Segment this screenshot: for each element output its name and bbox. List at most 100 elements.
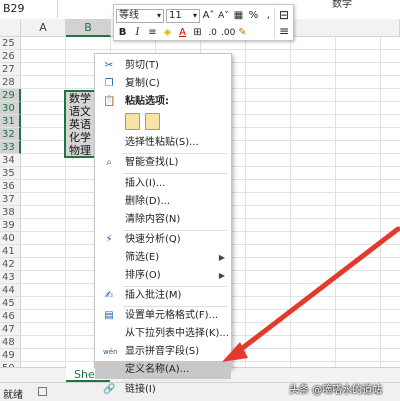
menu-item-label: 智能查找(L) [125,157,179,168]
status-text: 就绪 [3,390,23,401]
scissors-icon: ✂ [104,60,114,71]
format-painter-icon[interactable]: ✎ [236,26,249,40]
column-header-b[interactable]: B [66,19,111,37]
menu-item-label: 排序(O) [125,270,161,281]
font-name-dropdown[interactable]: 等线 ▾ [116,8,164,23]
name-box[interactable]: B29 [0,0,58,18]
format-cells-icon: ▤ [104,310,114,321]
submenu-arrow-icon: ▶ [218,253,225,262]
paste-values-icon[interactable] [145,113,160,130]
decrease-font-icon[interactable]: A˅ [217,9,230,23]
menu-item-quick-analysis[interactable]: ⚡ 快速分析(Q) [95,231,231,249]
row-header[interactable]: 41 [0,245,21,258]
copy-icon: ❐ [104,78,114,89]
column-header-a[interactable]: A [21,19,66,37]
menu-item-define-name[interactable]: 定义名称(A)... [95,361,231,379]
formula-bar-text[interactable]: 数学 [332,0,352,10]
row-header[interactable]: 28 [0,76,21,89]
row-header[interactable]: 25 [0,37,21,50]
menu-item-cut[interactable]: ✂ 剪切(T) [95,57,231,75]
font-color-button[interactable]: A [176,26,189,40]
number-format-icon[interactable]: ▦ [232,9,245,23]
context-menu: ✂ 剪切(T) ❐ 复制(C) 📋 粘贴选项: 选择性粘贴(S)... ⌕ 智能… [94,53,232,395]
phonetic-icon: wén [103,348,118,356]
menu-item-show-phonetic[interactable]: wén 显示拼音字段(S) [95,343,231,361]
font-name-value: 等线 [119,9,139,21]
decimal-increase-icon[interactable]: .0 [206,26,219,40]
row-header[interactable]: 32 [0,128,21,141]
row-header[interactable]: 29 [0,89,21,102]
borders-icon[interactable]: ⊞ [191,26,204,40]
menu-item-label: 快速分析(Q) [125,234,181,245]
menu-item-paste-options: 📋 粘贴选项: [95,93,231,111]
menu-item-label: 设置单元格格式(F)... [125,310,219,321]
menu-item-smart-lookup[interactable]: ⌕ 智能查找(L) [95,154,231,172]
fill-color-icon[interactable]: ◈ [161,26,174,40]
menu-item-label: 从下拉列表中选择(K)... [125,328,229,339]
menu-item-paste-special[interactable]: 选择性粘贴(S)... [95,134,231,152]
menu-item-insert-comment[interactable]: ✍ 插入批注(M) [95,287,231,305]
row-header[interactable]: 40 [0,232,21,245]
row-header[interactable]: 27 [0,63,21,76]
macro-record-icon[interactable] [38,387,47,396]
font-size-dropdown[interactable]: 11 ▾ [166,8,200,23]
menu-item-label: 删除(D)... [125,196,171,207]
watermark-text: 头条 @嘀嗒水的道站 [289,385,383,396]
row-header[interactable]: 34 [0,154,21,167]
menu-item-clear-contents[interactable]: 清除内容(N) [95,211,231,229]
menu-item-label: 筛选(E) [125,252,160,263]
paste-formatting-icon[interactable] [125,113,140,130]
menu-item-filter[interactable]: 筛选(E) ▶ [95,249,231,267]
chevron-down-icon: ▾ [192,10,197,20]
menu-item-label: 插入批注(M) [125,290,182,301]
submenu-arrow-icon: ▶ [218,271,225,280]
row-header[interactable]: 36 [0,180,21,193]
row-header[interactable]: 47 [0,323,21,336]
row-header[interactable]: 46 [0,310,21,323]
comment-icon: ✍ [104,290,114,301]
increase-font-icon[interactable]: A˄ [202,9,215,23]
row-header[interactable]: 39 [0,219,21,232]
row-header[interactable]: 35 [0,167,21,180]
align-center-icon[interactable]: ≡ [146,26,159,40]
menu-item-label: 剪切(T) [125,60,159,71]
row-header[interactable]: 31 [0,115,21,128]
row-header[interactable]: 45 [0,297,21,310]
row-header[interactable]: 42 [0,258,21,271]
menu-item-copy[interactable]: ❐ 复制(C) [95,75,231,93]
menu-item-label: 链接(I) [125,384,156,395]
row-header[interactable]: 30 [0,102,21,115]
menu-item-label: 复制(C) [125,78,160,89]
menu-item-delete[interactable]: 删除(D)... [95,193,231,211]
menu-item-label: 清除内容(N) [125,214,181,225]
menu-item-label: 定义名称(A)... [125,364,190,375]
select-all-corner[interactable] [0,19,21,37]
row-header[interactable]: 43 [0,271,21,284]
menu-item-label: 插入(I)... [125,178,166,189]
decimal-decrease-icon[interactable]: .00 [221,26,235,40]
row-header[interactable]: 48 [0,336,21,349]
smart-lookup-icon: ⌕ [106,157,112,168]
menu-item-link[interactable]: 🔗 链接(I) [95,381,231,399]
mini-toolbar: 等线 ▾ 11 ▾ A˄ A˅ ▦ % , B I ≡ ◈ A ⊞ .0 .00 ✎… [113,4,294,41]
row-header[interactable]: 37 [0,193,21,206]
merge-center-icon[interactable]: ⊟ ≡ [274,7,293,38]
menu-item-format-cells[interactable]: ▤ 设置单元格格式(F)... [95,307,231,325]
paste-icon: 📋 [103,96,116,107]
menu-item-pick-from-list[interactable]: 从下拉列表中选择(K)... [95,325,231,343]
row-header[interactable]: 33 [0,141,21,154]
menu-item-label: 粘贴选项: [125,96,169,107]
row-header[interactable]: 26 [0,50,21,63]
quick-analysis-icon: ⚡ [105,234,113,245]
font-size-value: 11 [169,9,182,21]
link-icon: 🔗 [103,384,116,395]
menu-item-label: 选择性粘贴(S)... [125,137,199,148]
row-header[interactable]: 44 [0,284,21,297]
row-header[interactable]: 38 [0,206,21,219]
percent-style-button[interactable]: % [247,9,260,23]
row-header[interactable]: 49 [0,349,21,362]
italic-button[interactable]: I [131,26,144,40]
menu-item-insert[interactable]: 插入(I)... [95,175,231,193]
menu-item-sort[interactable]: 排序(O) ▶ [95,267,231,285]
bold-button[interactable]: B [116,26,129,40]
